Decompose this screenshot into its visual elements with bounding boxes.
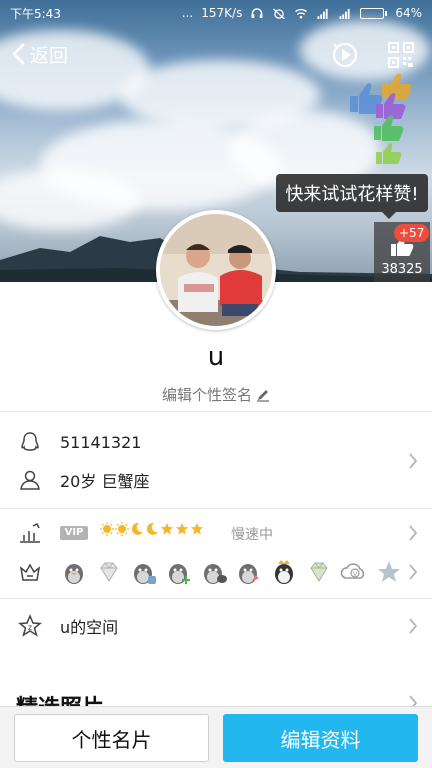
- profile-name: u: [207, 342, 225, 372]
- crown-icon: [19, 563, 41, 581]
- divider: [0, 411, 432, 412]
- age-row: 20岁 巨蟹座: [0, 464, 432, 496]
- battery-percent: 64%: [395, 6, 422, 20]
- space-star-icon: z: [18, 614, 42, 637]
- cloud-v-badge: V: [340, 563, 365, 579]
- profile-card-button[interactable]: 个性名片: [14, 714, 209, 762]
- status-dots: ...: [181, 6, 194, 20]
- chevron-left-icon: [12, 43, 25, 65]
- avatar[interactable]: [156, 210, 276, 330]
- penguin-badge: [134, 564, 156, 584]
- level-icons: [100, 522, 204, 536]
- bottom-action-bar: 个性名片 编辑资料: [0, 706, 432, 768]
- like-count: 38325: [381, 262, 423, 277]
- back-label: 返回: [30, 44, 69, 67]
- pencil-icon: [257, 389, 269, 402]
- headphone-icon: [251, 7, 263, 18]
- chevron-right-icon[interactable]: [408, 617, 418, 635]
- star-badge: [378, 561, 400, 582]
- vip-tag: VIP: [60, 526, 88, 540]
- level-chart-icon: [20, 522, 40, 543]
- music-play-icon[interactable]: [330, 40, 360, 70]
- penguin-badge: [169, 564, 190, 584]
- moon-icon: [131, 522, 143, 535]
- penguin-badge: [65, 564, 83, 584]
- space-row[interactable]: z u的空间: [0, 610, 432, 642]
- status-bar: 下午5:43 ... 157K/s 64%: [0, 0, 432, 26]
- space-label: u的空间: [60, 618, 119, 637]
- signal-icon: [317, 8, 328, 19]
- star-icon: [191, 523, 203, 535]
- qq-number-row: 51141321: [0, 426, 432, 458]
- edit-signature[interactable]: 编辑个性签名: [0, 384, 432, 405]
- chevron-right-icon[interactable]: [408, 524, 418, 542]
- alarm-off-icon: [273, 7, 286, 19]
- qr-code-icon[interactable]: [386, 40, 416, 70]
- speed-status: 慢速中: [231, 527, 273, 543]
- star-icon: [176, 523, 188, 535]
- qq-number: 51141321: [60, 432, 142, 452]
- badge-list: V: [60, 558, 403, 586]
- signal-icon-2: [339, 8, 350, 19]
- sun-icon: [100, 522, 114, 536]
- back-button[interactable]: 返回: [12, 38, 68, 70]
- moon-icon: [146, 522, 158, 535]
- divider: [0, 508, 432, 509]
- svg-text:z: z: [28, 623, 32, 632]
- penguin-badge: [204, 564, 227, 584]
- penguin-outline-icon: [21, 432, 39, 451]
- divider: [0, 598, 432, 599]
- star-icon: [161, 523, 173, 535]
- age-constellation: 20岁 巨蟹座: [60, 472, 150, 491]
- sun-icon: [115, 522, 129, 536]
- wifi-icon: [295, 8, 308, 18]
- chevron-right-icon[interactable]: [408, 452, 418, 470]
- person-icon: [20, 470, 40, 490]
- avatar-photo: [160, 214, 272, 326]
- chevron-right-icon[interactable]: [408, 563, 418, 581]
- signature-prompt: 编辑个性签名: [161, 386, 252, 404]
- penguin-badge: [239, 564, 259, 584]
- penguin-badge: [275, 560, 293, 584]
- profile-screen: 下午5:43 ... 157K/s 64% 返回 快来试试花样赞! 38325 …: [0, 0, 432, 768]
- network-speed: 157K/s: [201, 6, 243, 20]
- status-time: 下午5:43: [10, 6, 61, 21]
- diamond-badge: [310, 562, 328, 582]
- edit-profile-button[interactable]: 编辑资料: [223, 714, 418, 762]
- diamond-badge: [100, 562, 118, 582]
- like-increment-badge: +57: [394, 224, 430, 242]
- like-tooltip-text: 快来试试花样赞!: [285, 184, 419, 205]
- like-tooltip: 快来试试花样赞!: [276, 174, 428, 219]
- battery-icon: [360, 7, 388, 19]
- thumbs-up-animation: [350, 74, 412, 164]
